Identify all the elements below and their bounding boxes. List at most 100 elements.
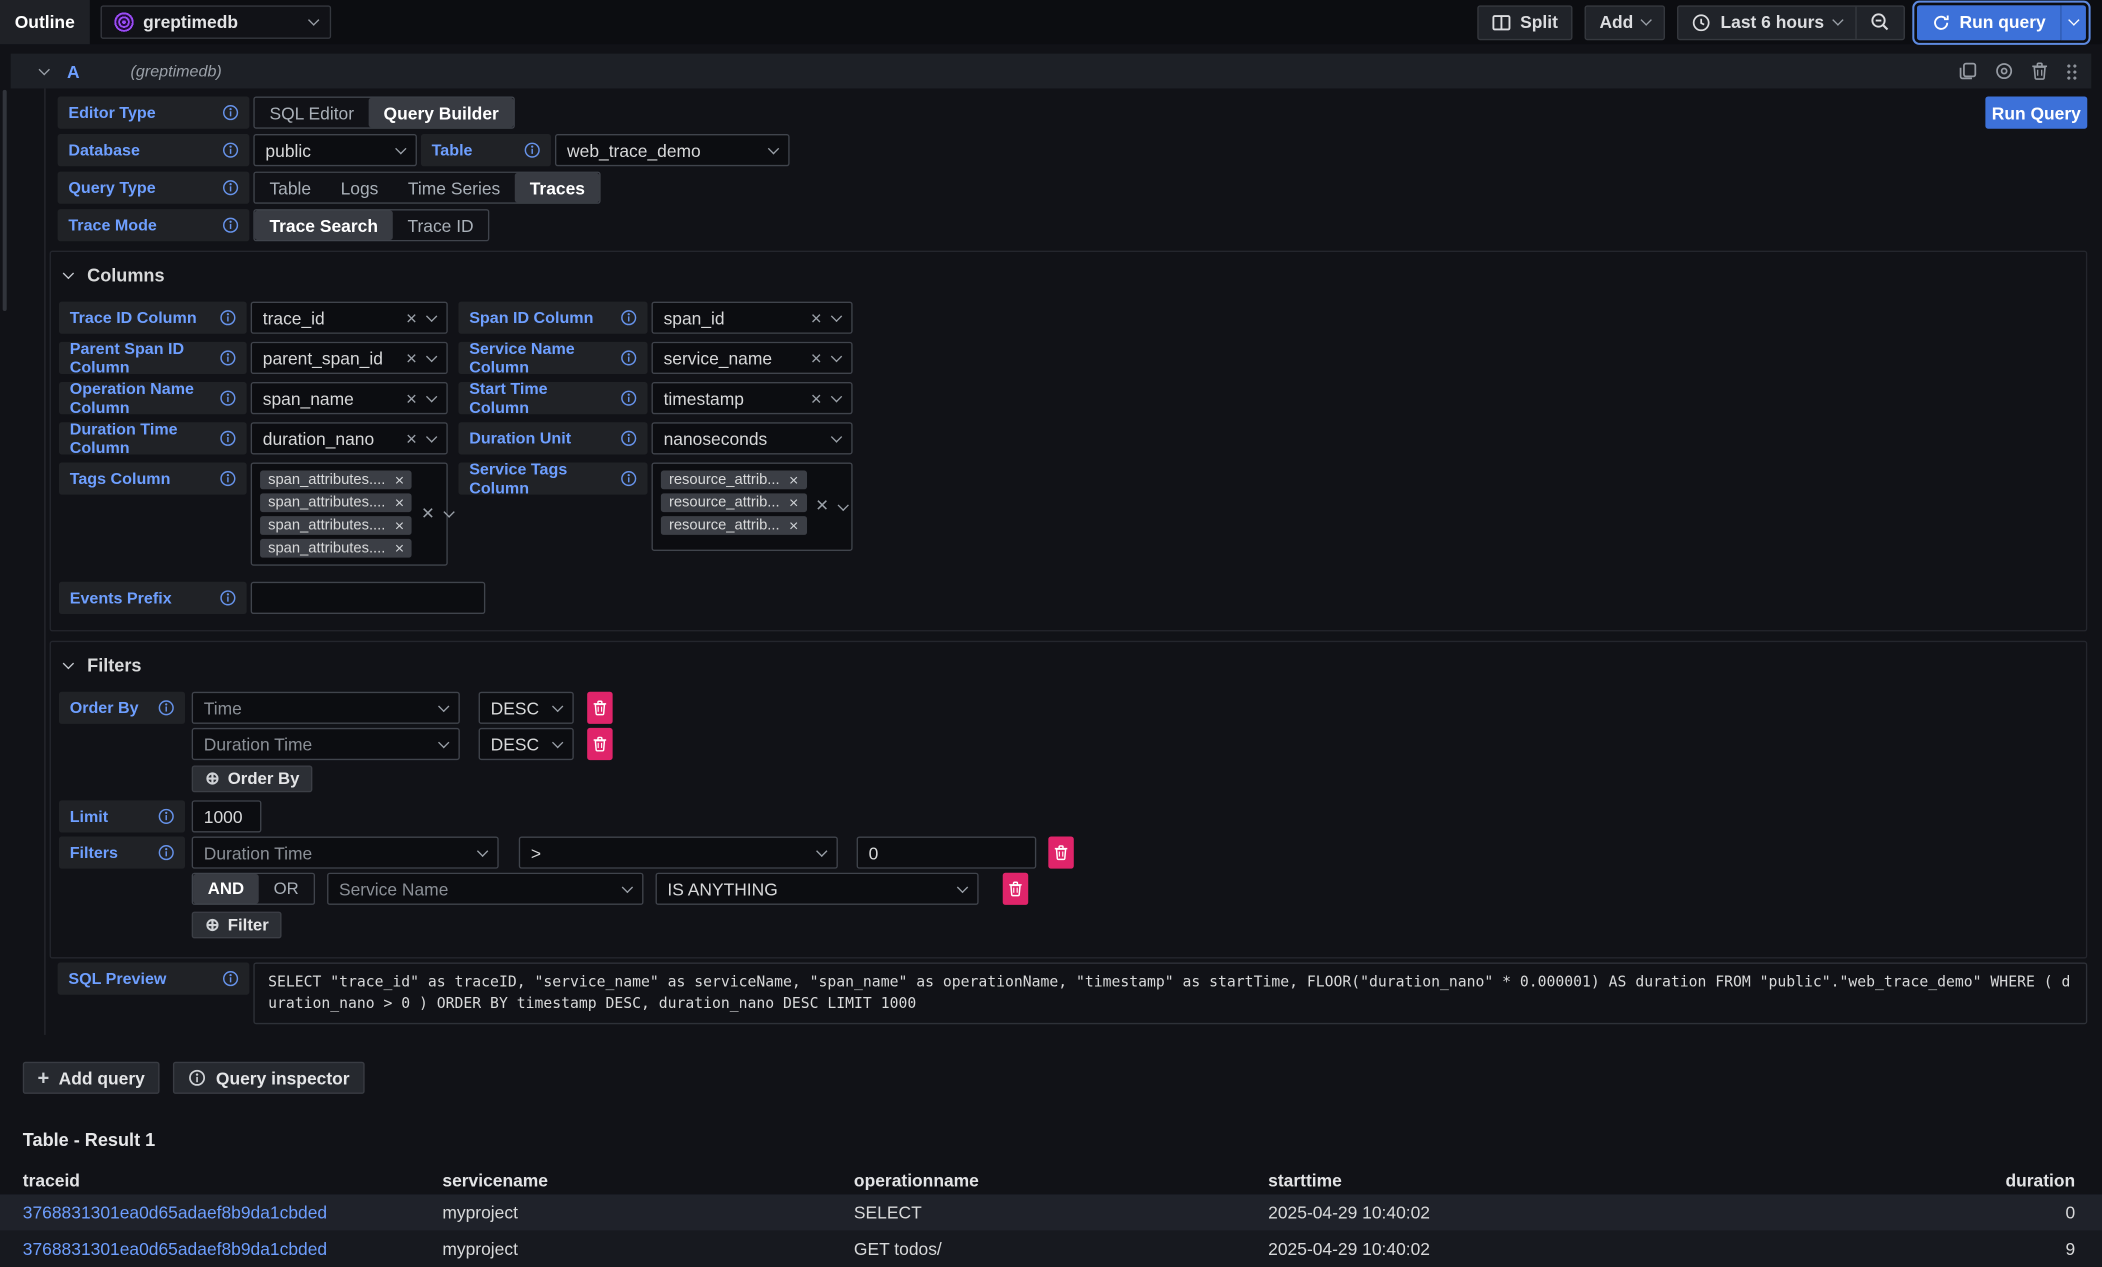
info-icon[interactable] (223, 971, 239, 987)
info-icon[interactable] (158, 808, 174, 824)
clear-icon[interactable]: × (406, 349, 417, 368)
filters-section-header[interactable]: Filters (64, 656, 2072, 676)
remove-chip-icon[interactable]: × (395, 517, 404, 533)
info-icon[interactable] (621, 471, 637, 487)
zoom-out-time-button[interactable] (1856, 6, 1903, 38)
query-row-header[interactable]: A (greptimedb) (11, 54, 2092, 89)
filter-value-input[interactable]: 0 (857, 837, 1037, 869)
run-query-options-button[interactable] (2060, 5, 2085, 40)
run-query-button[interactable]: Run query (1917, 5, 2061, 40)
query-type-option-time-series[interactable]: Time Series (393, 173, 515, 202)
column-header-duration[interactable]: duration (1673, 1170, 2102, 1190)
remove-order-by-button[interactable] (587, 692, 612, 724)
clear-icon[interactable]: × (811, 308, 822, 327)
clear-icon[interactable]: × (811, 349, 822, 368)
info-icon[interactable] (621, 350, 637, 366)
table-select[interactable]: web_trace_demo (555, 134, 790, 166)
columns-section-header[interactable]: Columns (64, 265, 2072, 285)
service-name-column-select[interactable]: service_name× (652, 342, 853, 374)
add-query-button[interactable]: +Add query (23, 1062, 160, 1094)
database-select[interactable]: public (253, 134, 417, 166)
drag-handle-icon[interactable] (2066, 62, 2078, 79)
column-header-starttime[interactable]: starttime (1268, 1170, 1673, 1190)
query-type-option-table[interactable]: Table (255, 173, 326, 202)
service-tags-column-multiselect[interactable]: resource_attrib...× resource_attrib...× … (652, 462, 853, 550)
logic-option-or[interactable]: OR (259, 874, 314, 903)
query-type-option-traces[interactable]: Traces (515, 173, 600, 202)
editor-type-option-query-builder[interactable]: Query Builder (369, 98, 514, 127)
span-id-column-select[interactable]: span_id× (652, 302, 853, 334)
info-icon[interactable] (621, 390, 637, 406)
remove-order-by-button[interactable] (587, 728, 612, 760)
add-filter-button[interactable]: ⊕Filter (192, 912, 282, 939)
split-button[interactable]: Split (1477, 5, 1572, 40)
info-icon[interactable] (220, 590, 236, 606)
trace-id-link[interactable]: 3768831301ea0d65adaef8b9da1cbded (23, 1239, 443, 1259)
order-by-field-select[interactable]: Time (192, 692, 460, 724)
tag-chip[interactable]: span_attributes....× (260, 471, 412, 490)
datasource-picker[interactable]: greptimedb (100, 5, 331, 39)
add-order-by-button[interactable]: ⊕Order By (192, 765, 313, 792)
info-icon[interactable] (158, 845, 174, 861)
operation-name-column-select[interactable]: span_name× (251, 382, 448, 414)
info-icon[interactable] (220, 430, 236, 446)
table-row[interactable]: 3768831301ea0d65adaef8b9da1cbded myproje… (0, 1231, 2102, 1267)
order-by-direction-select[interactable]: DESC (479, 692, 574, 724)
duration-time-column-select[interactable]: duration_nano× (251, 422, 448, 454)
service-tag-chip[interactable]: resource_attrib...× (661, 516, 807, 535)
trace-id-column-select[interactable]: trace_id× (251, 302, 448, 334)
add-button[interactable]: Add (1585, 5, 1666, 40)
toggle-visibility-icon[interactable] (1995, 62, 2014, 81)
column-header-operationname[interactable]: operationname (854, 1170, 1268, 1190)
remove-chip-icon[interactable]: × (789, 495, 798, 511)
column-header-servicename[interactable]: servicename (442, 1170, 854, 1190)
query-type-option-logs[interactable]: Logs (326, 173, 393, 202)
info-icon[interactable] (223, 142, 239, 158)
service-tag-chip[interactable]: resource_attrib...× (661, 471, 807, 490)
tags-column-multiselect[interactable]: span_attributes....× span_attributes....… (251, 462, 448, 565)
column-header-traceid[interactable]: traceid (23, 1170, 443, 1190)
remove-chip-icon[interactable]: × (789, 472, 798, 488)
duplicate-query-icon[interactable] (1959, 62, 1978, 81)
tag-chip[interactable]: span_attributes....× (260, 493, 412, 512)
clear-icon[interactable]: × (422, 502, 435, 526)
info-icon[interactable] (158, 700, 174, 716)
remove-chip-icon[interactable]: × (395, 495, 404, 511)
info-icon[interactable] (220, 390, 236, 406)
info-icon[interactable] (223, 217, 239, 233)
outline-tab[interactable]: Outline (0, 0, 90, 44)
table-row[interactable]: 3768831301ea0d65adaef8b9da1cbded myproje… (0, 1194, 2102, 1230)
remove-chip-icon[interactable]: × (395, 540, 404, 556)
info-icon[interactable] (621, 430, 637, 446)
service-tag-chip[interactable]: resource_attrib...× (661, 493, 807, 512)
clear-icon[interactable]: × (406, 389, 417, 408)
scrollbar-thumb[interactable] (3, 90, 7, 311)
filter-field-select[interactable]: Service Name (327, 873, 643, 905)
collapse-chevron-icon[interactable] (39, 63, 50, 74)
delete-query-icon[interactable] (2031, 62, 2048, 81)
duration-unit-select[interactable]: nanoseconds (652, 422, 853, 454)
query-inspector-button[interactable]: Query inspector (173, 1062, 364, 1094)
panel-run-query-button[interactable]: Run Query (1985, 97, 2087, 129)
logic-option-and[interactable]: AND (193, 874, 259, 903)
remove-filter-button[interactable] (1048, 837, 1073, 869)
info-icon[interactable] (621, 310, 637, 326)
trace-mode-option-trace-id[interactable]: Trace ID (393, 210, 489, 239)
clear-icon[interactable]: × (406, 308, 417, 327)
limit-input[interactable]: 1000 (192, 800, 262, 832)
trace-id-link[interactable]: 3768831301ea0d65adaef8b9da1cbded (23, 1202, 443, 1222)
remove-filter-button[interactable] (1003, 873, 1028, 905)
info-icon[interactable] (223, 105, 239, 121)
clear-icon[interactable]: × (811, 389, 822, 408)
order-by-field-select[interactable]: Duration Time (192, 728, 460, 760)
clear-icon[interactable]: × (816, 495, 829, 519)
info-icon[interactable] (220, 310, 236, 326)
filter-operator-select[interactable]: > (519, 837, 838, 869)
info-icon[interactable] (220, 350, 236, 366)
events-prefix-input[interactable] (251, 582, 486, 614)
info-icon[interactable] (220, 471, 236, 487)
info-icon[interactable] (524, 142, 540, 158)
trace-mode-option-trace-search[interactable]: Trace Search (255, 210, 393, 239)
info-icon[interactable] (223, 180, 239, 196)
tag-chip[interactable]: span_attributes....× (260, 539, 412, 558)
